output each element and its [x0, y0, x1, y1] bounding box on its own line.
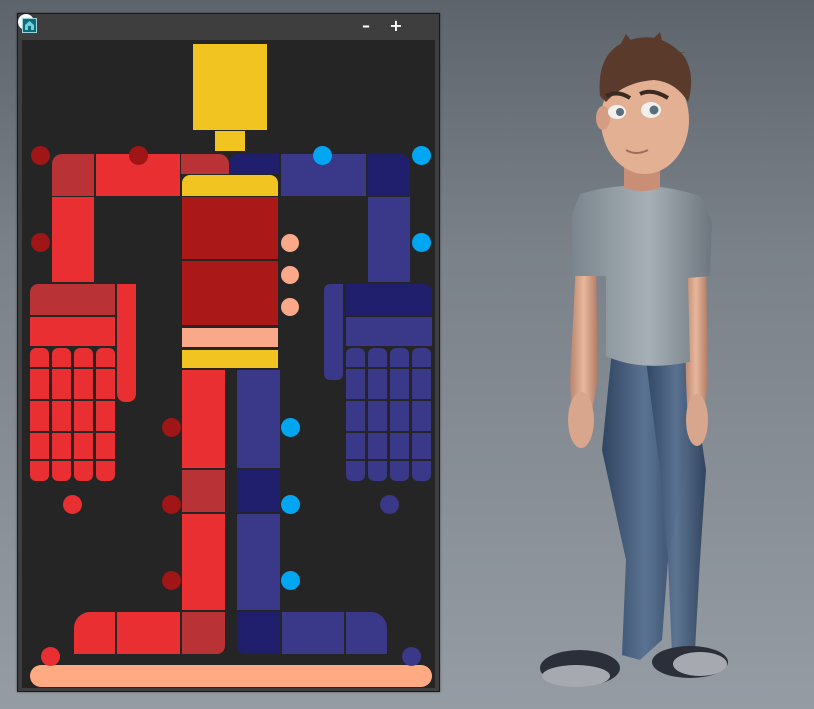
right-hip-pole-dot[interactable]: [281, 418, 300, 437]
left-knee-control[interactable]: [182, 470, 225, 512]
left-finger-1-segment-5[interactable]: [30, 461, 49, 481]
head-control[interactable]: [193, 44, 267, 130]
right-finger-4-segment-5[interactable]: [412, 461, 431, 481]
left-finger-2-segment-3[interactable]: [52, 401, 71, 431]
pelvis-skin-control[interactable]: [182, 328, 278, 347]
right-finger-4-segment-4[interactable]: [412, 433, 431, 459]
character-picker-window: – +: [17, 13, 440, 692]
spine-ik-dot-2[interactable]: [281, 266, 299, 284]
right-finger-2-segment-4[interactable]: [368, 433, 387, 459]
title-bar[interactable]: – +: [18, 14, 439, 40]
left-shoulder-control[interactable]: [52, 154, 94, 196]
left-shoulder-pole-dot[interactable]: [31, 146, 50, 165]
left-finger-2-segment-4[interactable]: [52, 433, 71, 459]
right-finger-2-segment-5[interactable]: [368, 461, 387, 481]
left-shin-control[interactable]: [182, 514, 225, 610]
left-finger-2-segment-1[interactable]: [52, 348, 71, 367]
right-finger-3-segment-3[interactable]: [390, 401, 409, 431]
right-shoulder-pole-dot[interactable]: [412, 146, 431, 165]
right-toe-control[interactable]: [346, 612, 387, 654]
maximize-button[interactable]: +: [388, 16, 404, 36]
left-clavicle-control[interactable]: [181, 154, 229, 174]
left-foot-ik-dot[interactable]: [41, 647, 60, 666]
picker-canvas: [22, 40, 435, 688]
right-hand-ik-dot[interactable]: [380, 495, 399, 514]
left-finger-4-segment-1[interactable]: [96, 348, 115, 367]
left-elbow-control[interactable]: [52, 197, 94, 282]
plus-icon: +: [389, 16, 403, 35]
left-clavicle-pole-dot[interactable]: [129, 146, 148, 165]
right-palm-control[interactable]: [346, 317, 432, 346]
neck-control[interactable]: [215, 131, 245, 151]
right-elbow-control[interactable]: [368, 197, 410, 282]
right-wrist-control[interactable]: [346, 284, 432, 315]
chest-control[interactable]: [182, 175, 278, 196]
left-hand-ik-dot[interactable]: [63, 495, 82, 514]
right-finger-3-segment-2[interactable]: [390, 369, 409, 399]
left-knee-pole-dot[interactable]: [162, 495, 181, 514]
right-finger-1-segment-4[interactable]: [346, 433, 365, 459]
right-finger-4-segment-1[interactable]: [412, 348, 431, 367]
left-finger-3-segment-2[interactable]: [74, 369, 93, 399]
left-thigh-control[interactable]: [182, 370, 225, 468]
spine-upper-control[interactable]: [182, 197, 278, 259]
left-ball-control[interactable]: [117, 612, 180, 654]
right-shoulder-control[interactable]: [368, 154, 410, 196]
left-finger-2-segment-5[interactable]: [52, 461, 71, 481]
right-finger-4-segment-3[interactable]: [412, 401, 431, 431]
left-finger-1-segment-4[interactable]: [30, 433, 49, 459]
minimize-icon: –: [362, 16, 370, 35]
right-finger-3-segment-4[interactable]: [390, 433, 409, 459]
right-finger-1-segment-2[interactable]: [346, 369, 365, 399]
spine-ik-dot-3[interactable]: [281, 298, 299, 316]
right-clavicle-pole-dot[interactable]: [313, 146, 332, 165]
left-ankle-pole-dot[interactable]: [162, 571, 181, 590]
left-elbow-pole-dot[interactable]: [31, 233, 50, 252]
right-elbow-pole-dot[interactable]: [412, 233, 431, 252]
right-finger-1-segment-3[interactable]: [346, 401, 365, 431]
right-thigh-control[interactable]: [237, 370, 280, 468]
spine-lower-control[interactable]: [182, 261, 278, 325]
left-wrist-control[interactable]: [30, 284, 115, 315]
left-finger-4-segment-4[interactable]: [96, 433, 115, 459]
left-finger-1-segment-3[interactable]: [30, 401, 49, 431]
left-finger-1-segment-1[interactable]: [30, 348, 49, 367]
left-finger-4-segment-5[interactable]: [96, 461, 115, 481]
left-finger-4-segment-3[interactable]: [96, 401, 115, 431]
right-clavicle-control[interactable]: [229, 154, 279, 174]
right-finger-2-segment-1[interactable]: [368, 348, 387, 367]
right-heel-control[interactable]: [237, 612, 280, 654]
right-finger-3-segment-5[interactable]: [390, 461, 409, 481]
left-finger-3-segment-3[interactable]: [74, 401, 93, 431]
right-ankle-pole-dot[interactable]: [281, 571, 300, 590]
left-heel-control[interactable]: [182, 612, 225, 654]
left-toe-control[interactable]: [74, 612, 115, 654]
right-finger-1-segment-1[interactable]: [346, 348, 365, 367]
right-knee-control[interactable]: [237, 470, 280, 512]
left-palm-control[interactable]: [30, 317, 115, 346]
right-finger-3-segment-1[interactable]: [390, 348, 409, 367]
left-thumb-control[interactable]: [117, 284, 136, 402]
left-finger-3-segment-5[interactable]: [74, 461, 93, 481]
left-finger-1-segment-2[interactable]: [30, 369, 49, 399]
right-shin-control[interactable]: [237, 514, 280, 610]
left-finger-3-segment-1[interactable]: [74, 348, 93, 367]
right-finger-1-segment-5[interactable]: [346, 461, 365, 481]
hips-control[interactable]: [182, 350, 278, 368]
spine-ik-dot-1[interactable]: [281, 234, 299, 252]
picker-app-icon: [22, 18, 37, 33]
left-finger-2-segment-2[interactable]: [52, 369, 71, 399]
left-finger-4-segment-2[interactable]: [96, 369, 115, 399]
right-finger-2-segment-3[interactable]: [368, 401, 387, 431]
root-control[interactable]: [30, 665, 432, 687]
right-finger-4-segment-2[interactable]: [412, 369, 431, 399]
right-foot-ik-dot[interactable]: [402, 647, 421, 666]
left-hip-pole-dot[interactable]: [162, 418, 181, 437]
right-thumb-control[interactable]: [324, 284, 343, 380]
right-ball-control[interactable]: [282, 612, 344, 654]
left-finger-3-segment-4[interactable]: [74, 433, 93, 459]
minimize-button[interactable]: –: [358, 16, 374, 36]
right-finger-2-segment-2[interactable]: [368, 369, 387, 399]
right-knee-pole-dot[interactable]: [281, 495, 300, 514]
